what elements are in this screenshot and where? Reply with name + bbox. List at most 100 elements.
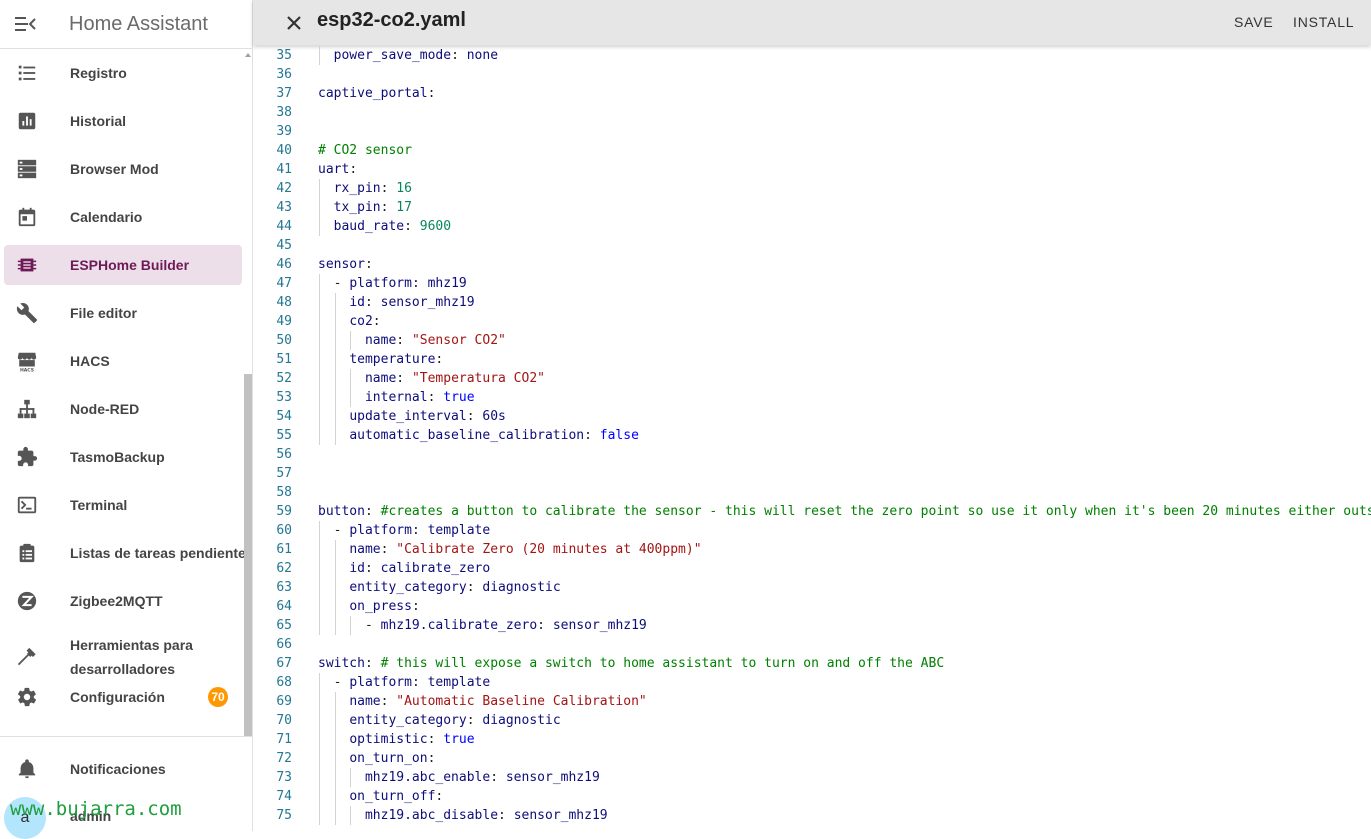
code-line[interactable]: 50 name: "Sensor CO2" xyxy=(253,331,1371,350)
close-button[interactable] xyxy=(282,11,306,35)
sidebar-item-esphome-builder[interactable]: ESPHome Builder xyxy=(4,245,242,285)
menu-toggle-icon[interactable] xyxy=(1,0,51,49)
sidebar-item-terminal[interactable]: Terminal xyxy=(4,485,242,525)
code-line[interactable]: 72 on_turn_on: xyxy=(253,749,1371,768)
code-line[interactable]: 69 name: "Automatic Baseline Calibration… xyxy=(253,692,1371,711)
indent-guide xyxy=(334,293,336,312)
code-line[interactable]: 62 id: calibrate_zero xyxy=(253,559,1371,578)
code-line[interactable]: 57 xyxy=(253,464,1371,483)
code-line[interactable]: 61 name: "Calibrate Zero (20 minutes at … xyxy=(253,540,1371,559)
indent-guide xyxy=(350,616,352,635)
code-line[interactable]: 41 uart: xyxy=(253,160,1371,179)
code-line[interactable]: 54 update_interval: 60s xyxy=(253,407,1371,426)
sidebar-item-file-editor[interactable]: File editor xyxy=(4,293,242,333)
code-line[interactable]: 47 - platform: mhz19 xyxy=(253,274,1371,293)
line-number: 39 xyxy=(276,124,292,139)
code-line[interactable]: 74 on_turn_off: xyxy=(253,787,1371,806)
code-line[interactable]: 70 entity_category: diagnostic xyxy=(253,711,1371,730)
code-text: name: "Temperatura CO2" xyxy=(364,371,545,386)
sidebar-item-browser-mod[interactable]: Browser Mod xyxy=(4,149,242,189)
code-line[interactable]: 36 xyxy=(253,65,1371,84)
code-text: # CO2 sensor xyxy=(318,143,412,158)
code-line[interactable]: 56 xyxy=(253,445,1371,464)
code-line[interactable]: 66 xyxy=(253,635,1371,654)
code-line[interactable]: 43 tx_pin: 17 xyxy=(253,198,1371,217)
code-line[interactable]: 49 co2: xyxy=(253,312,1371,331)
code-text: name: "Automatic Baseline Calibration" xyxy=(349,694,647,709)
clipboard-list-icon xyxy=(16,542,38,564)
code-line[interactable]: 67 switch: # this will expose a switch to… xyxy=(253,654,1371,673)
sidebar-item-label: Browser Mod xyxy=(70,161,159,177)
code-line[interactable]: 58 xyxy=(253,483,1371,502)
sidebar-item-configuraci-n[interactable]: Configuración 70 xyxy=(4,677,242,717)
install-button[interactable]: INSTALL xyxy=(1293,14,1354,30)
code-line[interactable]: 75 mhz19.abc_disable: sensor_mhz19 xyxy=(253,806,1371,825)
sidebar-item-historial[interactable]: Historial xyxy=(4,101,242,141)
close-icon xyxy=(287,16,301,30)
sidebar-item-registro[interactable]: Registro xyxy=(4,53,242,93)
line-number: 56 xyxy=(276,447,292,462)
sidebar-scrollbar-thumb[interactable] xyxy=(244,374,252,736)
code-line[interactable]: 44 baud_rate: 9600 xyxy=(253,217,1371,236)
sidebar-item-listas-de-tareas-pendientes[interactable]: Listas de tareas pendientes xyxy=(4,533,252,573)
code-text: button: #creates a button to calibrate t… xyxy=(318,504,1371,519)
code-line[interactable]: 53 internal: true xyxy=(253,388,1371,407)
line-number: 68 xyxy=(276,675,292,690)
zigbee-icon xyxy=(16,590,38,612)
code-line[interactable]: 68 - platform: template xyxy=(253,673,1371,692)
indent-guide xyxy=(334,559,336,578)
line-number: 70 xyxy=(276,713,292,728)
indent-guide xyxy=(319,426,320,445)
code-line[interactable]: 40 # CO2 sensor xyxy=(253,141,1371,160)
sidebar-item-zigbee2mqtt[interactable]: Zigbee2MQTT xyxy=(4,581,242,621)
indent-guide xyxy=(334,578,336,597)
code-line[interactable]: 48 id: sensor_mhz19 xyxy=(253,293,1371,312)
code-line[interactable]: 60 - platform: template xyxy=(253,521,1371,540)
code-line[interactable]: 37 captive_portal: xyxy=(253,84,1371,103)
code-line[interactable]: 45 xyxy=(253,236,1371,255)
hacs-store-icon: HACS xyxy=(16,350,38,372)
code-line[interactable]: 63 entity_category: diagnostic xyxy=(253,578,1371,597)
code-editor[interactable]: 35 power_save_mode: none 36 37 captive_port… xyxy=(253,46,1371,831)
sidebar-item-hacs[interactable]: HACS HACS xyxy=(4,341,242,381)
indent-guide xyxy=(350,768,352,787)
code-line[interactable]: 59 button: #creates a button to calibrate… xyxy=(253,502,1371,521)
indent-guide xyxy=(334,692,336,711)
sidebar-item-label: Listas de tareas pendientes xyxy=(70,545,252,561)
indent-guide xyxy=(319,388,320,407)
bell-icon xyxy=(16,758,38,780)
code-line[interactable]: 46 sensor: xyxy=(253,255,1371,274)
sidebar-divider xyxy=(0,736,253,737)
indent-guide xyxy=(319,350,320,369)
code-line[interactable]: 42 rx_pin: 16 xyxy=(253,179,1371,198)
line-number: 40 xyxy=(276,143,292,158)
indent-guide xyxy=(319,521,320,540)
sidebar-item-node-red[interactable]: Node-RED xyxy=(4,389,242,429)
code-line[interactable]: 52 name: "Temperatura CO2" xyxy=(253,369,1371,388)
code-line[interactable]: 39 xyxy=(253,122,1371,141)
code-text: on_press: xyxy=(349,599,420,614)
code-text: id: calibrate_zero xyxy=(349,561,491,576)
hammer-icon xyxy=(16,646,38,668)
code-text: automatic_baseline_calibration: false xyxy=(349,428,639,443)
code-line[interactable]: 71 optimistic: true xyxy=(253,730,1371,749)
code-line[interactable]: 64 on_press: xyxy=(253,597,1371,616)
code-line[interactable]: 65 - mhz19.calibrate_zero: sensor_mhz19 xyxy=(253,616,1371,635)
sidebar-item-calendario[interactable]: Calendario xyxy=(4,197,242,237)
code-line[interactable]: 38 xyxy=(253,103,1371,122)
code-text: name: "Calibrate Zero (20 minutes at 400… xyxy=(349,542,702,557)
code-text: uart: xyxy=(318,162,358,177)
code-line[interactable]: 35 power_save_mode: none xyxy=(253,46,1371,65)
code-line[interactable]: 73 mhz19.abc_enable: sensor_mhz19 xyxy=(253,768,1371,787)
scroll-up-arrow-icon[interactable] xyxy=(245,53,251,57)
line-number: 47 xyxy=(276,276,292,291)
sidebar-item-label: ESPHome Builder xyxy=(70,257,190,273)
indent-guide xyxy=(334,787,336,806)
indent-guide xyxy=(319,46,320,65)
line-number: 55 xyxy=(276,428,292,443)
code-line[interactable]: 51 temperature: xyxy=(253,350,1371,369)
sidebar-item-tasmobackup[interactable]: TasmoBackup xyxy=(4,437,242,477)
sidebar-item-notifications[interactable]: Notificaciones xyxy=(4,749,242,789)
code-line[interactable]: 55 automatic_baseline_calibration: false xyxy=(253,426,1371,445)
save-button[interactable]: SAVE xyxy=(1234,14,1274,30)
